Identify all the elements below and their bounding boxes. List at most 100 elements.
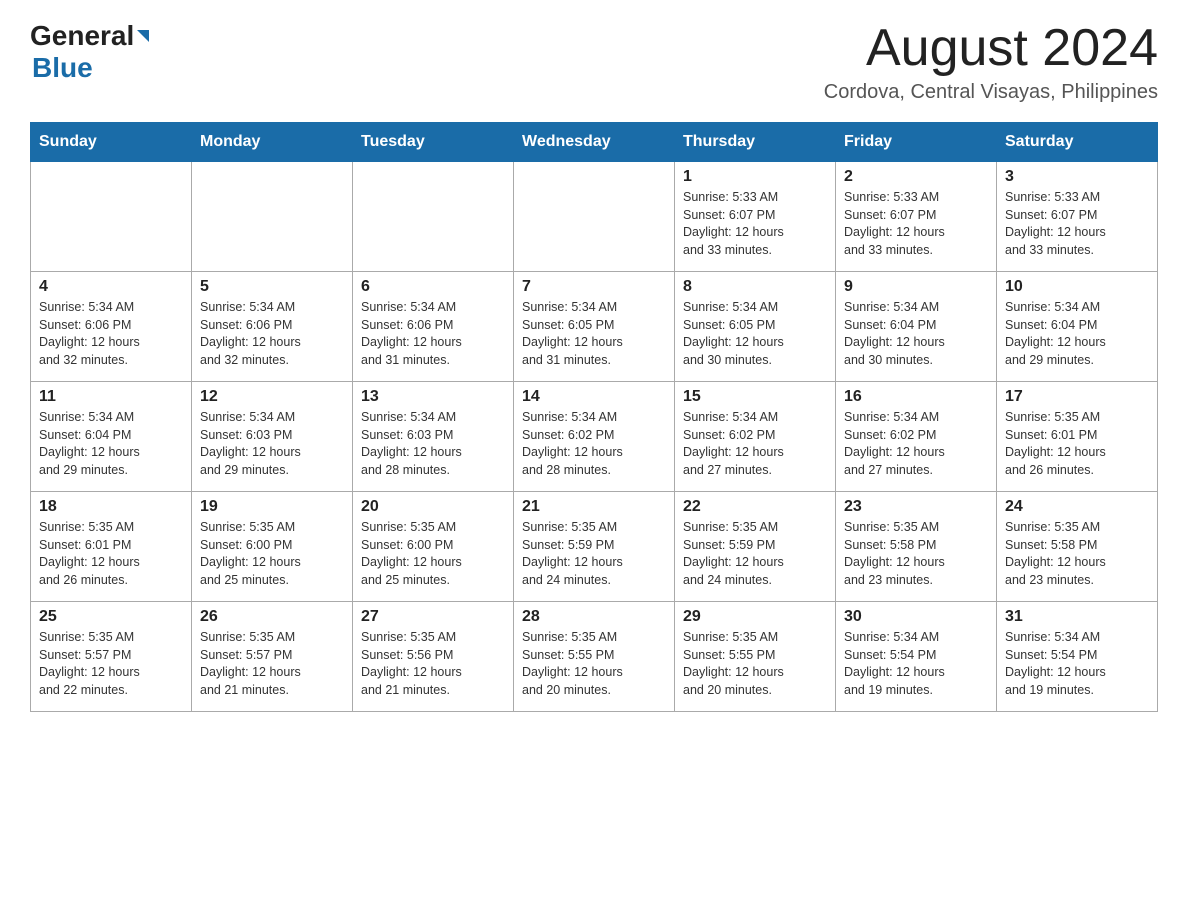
day-info: Sunrise: 5:34 AMSunset: 6:05 PMDaylight:… bbox=[683, 299, 827, 369]
day-number: 12 bbox=[200, 388, 344, 406]
weekday-header-friday: Friday bbox=[836, 123, 997, 162]
day-info: Sunrise: 5:35 AMSunset: 5:58 PMDaylight:… bbox=[844, 519, 988, 589]
calendar-cell bbox=[353, 162, 514, 272]
calendar-cell: 26 Sunrise: 5:35 AMSunset: 5:57 PMDayligh… bbox=[192, 602, 353, 712]
calendar-cell: 19Sunrise: 5:35 AMSunset: 6:00 PMDayligh… bbox=[192, 492, 353, 602]
calendar-cell: 18Sunrise: 5:35 AMSunset: 6:01 PMDayligh… bbox=[31, 492, 192, 602]
day-number: 30 bbox=[844, 608, 988, 626]
calendar-table: SundayMondayTuesdayWednesdayThursdayFrid… bbox=[30, 122, 1158, 712]
calendar-cell: 3 Sunrise: 5:33 AMSunset: 6:07 PMDaylight… bbox=[997, 162, 1158, 272]
calendar-cell: 4 Sunrise: 5:34 AMSunset: 6:06 PMDaylight… bbox=[31, 272, 192, 382]
weekday-header-row: SundayMondayTuesdayWednesdayThursdayFrid… bbox=[31, 123, 1158, 162]
day-number: 29 bbox=[683, 608, 827, 626]
week-row-4: 18Sunrise: 5:35 AMSunset: 6:01 PMDayligh… bbox=[31, 492, 1158, 602]
day-number: 20 bbox=[361, 498, 505, 516]
day-number: 24 bbox=[1005, 498, 1149, 516]
day-number: 22 bbox=[683, 498, 827, 516]
calendar-cell: 27 Sunrise: 5:35 AMSunset: 5:56 PMDayligh… bbox=[353, 602, 514, 712]
calendar-cell: 30Sunrise: 5:34 AMSunset: 5:54 PMDayligh… bbox=[836, 602, 997, 712]
calendar-cell: 15 Sunrise: 5:34 AMSunset: 6:02 PMDayligh… bbox=[675, 382, 836, 492]
calendar-cell: 1Sunrise: 5:33 AMSunset: 6:07 PMDaylight… bbox=[675, 162, 836, 272]
day-number: 23 bbox=[844, 498, 988, 516]
day-info: Sunrise: 5:33 AMSunset: 6:07 PMDaylight:… bbox=[844, 189, 988, 259]
day-number: 3 bbox=[1005, 168, 1149, 186]
day-number: 16 bbox=[844, 388, 988, 406]
day-info: Sunrise: 5:34 AMSunset: 6:02 PMDaylight:… bbox=[683, 409, 827, 479]
weekday-header-wednesday: Wednesday bbox=[514, 123, 675, 162]
week-row-5: 25 Sunrise: 5:35 AMSunset: 5:57 PMDayligh… bbox=[31, 602, 1158, 712]
calendar-cell: 11Sunrise: 5:34 AMSunset: 6:04 PMDayligh… bbox=[31, 382, 192, 492]
calendar-cell: 10Sunrise: 5:34 AMSunset: 6:04 PMDayligh… bbox=[997, 272, 1158, 382]
calendar-cell: 13 Sunrise: 5:34 AMSunset: 6:03 PMDayligh… bbox=[353, 382, 514, 492]
day-info: Sunrise: 5:34 AMSunset: 6:04 PMDaylight:… bbox=[844, 299, 988, 369]
calendar-cell: 12Sunrise: 5:34 AMSunset: 6:03 PMDayligh… bbox=[192, 382, 353, 492]
day-info: Sunrise: 5:35 AMSunset: 6:01 PMDaylight:… bbox=[39, 519, 183, 589]
day-info: Sunrise: 5:35 AMSunset: 6:01 PMDaylight:… bbox=[1005, 409, 1149, 479]
logo-general-text: General bbox=[30, 20, 134, 52]
week-row-2: 4 Sunrise: 5:34 AMSunset: 6:06 PMDaylight… bbox=[31, 272, 1158, 382]
calendar-cell: 17 Sunrise: 5:35 AMSunset: 6:01 PMDayligh… bbox=[997, 382, 1158, 492]
day-number: 28 bbox=[522, 608, 666, 626]
day-number: 4 bbox=[39, 278, 183, 296]
day-info: Sunrise: 5:33 AMSunset: 6:07 PMDaylight:… bbox=[1005, 189, 1149, 259]
day-number: 26 bbox=[200, 608, 344, 626]
day-number: 1 bbox=[683, 168, 827, 186]
day-info: Sunrise: 5:34 AMSunset: 6:06 PMDaylight:… bbox=[200, 299, 344, 369]
calendar-cell: 16 Sunrise: 5:34 AMSunset: 6:02 PMDayligh… bbox=[836, 382, 997, 492]
day-info: Sunrise: 5:35 AMSunset: 5:55 PMDaylight:… bbox=[683, 629, 827, 699]
logo-blue-text: Blue bbox=[32, 52, 151, 84]
day-info: Sunrise: 5:35 AMSunset: 5:57 PMDaylight:… bbox=[200, 629, 344, 699]
title-area: August 2024 Cordova, Central Visayas, Ph… bbox=[824, 20, 1158, 104]
calendar-cell: 21Sunrise: 5:35 AMSunset: 5:59 PMDayligh… bbox=[514, 492, 675, 602]
day-number: 15 bbox=[683, 388, 827, 406]
day-info: Sunrise: 5:34 AMSunset: 6:06 PMDaylight:… bbox=[361, 299, 505, 369]
day-number: 27 bbox=[361, 608, 505, 626]
day-info: Sunrise: 5:35 AMSunset: 5:56 PMDaylight:… bbox=[361, 629, 505, 699]
day-info: Sunrise: 5:34 AMSunset: 6:02 PMDaylight:… bbox=[844, 409, 988, 479]
calendar-cell: 20 Sunrise: 5:35 AMSunset: 6:00 PMDayligh… bbox=[353, 492, 514, 602]
calendar-cell: 23 Sunrise: 5:35 AMSunset: 5:58 PMDayligh… bbox=[836, 492, 997, 602]
calendar-cell: 29 Sunrise: 5:35 AMSunset: 5:55 PMDayligh… bbox=[675, 602, 836, 712]
calendar-cell: 6 Sunrise: 5:34 AMSunset: 6:06 PMDaylight… bbox=[353, 272, 514, 382]
day-number: 9 bbox=[844, 278, 988, 296]
calendar-cell bbox=[31, 162, 192, 272]
day-number: 17 bbox=[1005, 388, 1149, 406]
day-info: Sunrise: 5:34 AMSunset: 5:54 PMDaylight:… bbox=[1005, 629, 1149, 699]
calendar-cell: 22 Sunrise: 5:35 AMSunset: 5:59 PMDayligh… bbox=[675, 492, 836, 602]
calendar-cell: 14Sunrise: 5:34 AMSunset: 6:02 PMDayligh… bbox=[514, 382, 675, 492]
day-number: 14 bbox=[522, 388, 666, 406]
weekday-header-thursday: Thursday bbox=[675, 123, 836, 162]
calendar-cell bbox=[514, 162, 675, 272]
page-header: General Blue August 2024 Cordova, Centra… bbox=[30, 20, 1158, 104]
day-number: 31 bbox=[1005, 608, 1149, 626]
weekday-header-saturday: Saturday bbox=[997, 123, 1158, 162]
calendar-cell: 24Sunrise: 5:35 AMSunset: 5:58 PMDayligh… bbox=[997, 492, 1158, 602]
day-info: Sunrise: 5:35 AMSunset: 5:59 PMDaylight:… bbox=[683, 519, 827, 589]
day-number: 8 bbox=[683, 278, 827, 296]
weekday-header-monday: Monday bbox=[192, 123, 353, 162]
week-row-1: 1 Sunrise: 5:33 AMSunset: 6:07 PMDaylight… bbox=[31, 162, 1158, 272]
calendar-cell: 8 Sunrise: 5:34 AMSunset: 6:05 PMDaylight… bbox=[675, 272, 836, 382]
day-number: 19 bbox=[200, 498, 344, 516]
calendar-cell bbox=[192, 162, 353, 272]
month-title: August 2024 bbox=[824, 20, 1158, 77]
weekday-header-tuesday: Tuesday bbox=[353, 123, 514, 162]
day-info: Sunrise: 5:34 AMSunset: 6:04 PMDaylight:… bbox=[1005, 299, 1149, 369]
day-number: 25 bbox=[39, 608, 183, 626]
calendar-cell: 28Sunrise: 5:35 AMSunset: 5:55 PMDayligh… bbox=[514, 602, 675, 712]
calendar-cell: 7Sunrise: 5:34 AMSunset: 6:05 PMDaylight… bbox=[514, 272, 675, 382]
day-number: 7 bbox=[522, 278, 666, 296]
day-number: 6 bbox=[361, 278, 505, 296]
weekday-header-sunday: Sunday bbox=[31, 123, 192, 162]
day-info: Sunrise: 5:35 AMSunset: 5:57 PMDaylight:… bbox=[39, 629, 183, 699]
day-number: 13 bbox=[361, 388, 505, 406]
day-info: Sunrise: 5:34 AMSunset: 6:06 PMDaylight:… bbox=[39, 299, 183, 369]
day-info: Sunrise: 5:35 AMSunset: 6:00 PMDaylight:… bbox=[361, 519, 505, 589]
day-info: Sunrise: 5:34 AMSunset: 6:03 PMDaylight:… bbox=[361, 409, 505, 479]
calendar-cell: 31 Sunrise: 5:34 AMSunset: 5:54 PMDayligh… bbox=[997, 602, 1158, 712]
day-number: 5 bbox=[200, 278, 344, 296]
day-number: 2 bbox=[844, 168, 988, 186]
calendar-cell: 5 Sunrise: 5:34 AMSunset: 6:06 PMDaylight… bbox=[192, 272, 353, 382]
logo: General Blue bbox=[30, 20, 151, 84]
day-number: 21 bbox=[522, 498, 666, 516]
